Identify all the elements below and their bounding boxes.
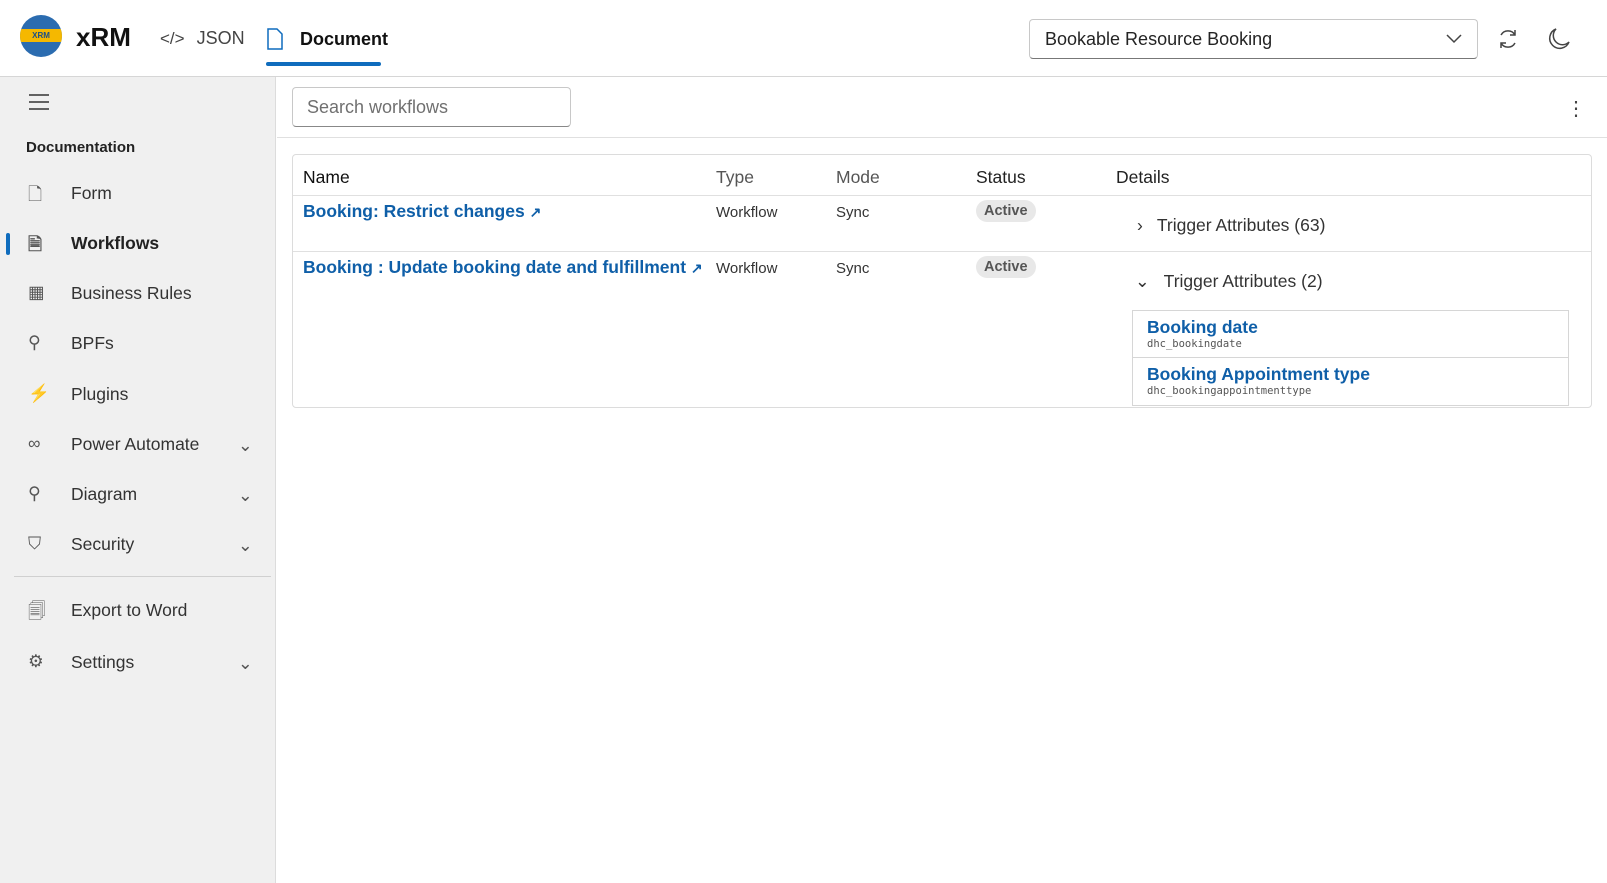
brand-name: xRM bbox=[76, 22, 131, 52]
tab-json[interactable]: </> JSON bbox=[160, 28, 245, 49]
mode-cell: Sync bbox=[836, 260, 870, 277]
search-workflows-input[interactable] bbox=[292, 87, 571, 127]
chevron-down-icon bbox=[1446, 34, 1462, 44]
attribute-item: Booking date dhc_bookingdate bbox=[1133, 311, 1568, 358]
sidebar-item-workflows[interactable]: 🗎 Workflows bbox=[0, 223, 276, 263]
sidebar-item-power-automate[interactable]: ∞ Power Automate ⌄ bbox=[0, 424, 276, 464]
more-options-icon[interactable]: ⋮ bbox=[1566, 96, 1586, 121]
chevron-down-icon: ⌄ bbox=[238, 653, 253, 673]
sidebar-item-form[interactable]: 🗋 Form bbox=[0, 173, 276, 213]
tab-document[interactable]: Document bbox=[266, 28, 388, 50]
chevron-down-icon: ⌄ bbox=[1135, 271, 1150, 291]
sidebar-divider bbox=[14, 576, 271, 577]
workflows-table: Name Type Mode Status Details Booking: R… bbox=[292, 154, 1592, 408]
shield-icon: ⛉ bbox=[28, 533, 42, 553]
attribute-logical-name: dhc_bookingdate bbox=[1147, 338, 1242, 350]
row-divider bbox=[293, 251, 1591, 252]
attribute-logical-name: dhc_bookingappointmenttype bbox=[1147, 385, 1312, 397]
trigger-attributes-toggle[interactable]: ⌄ Trigger Attributes (2) bbox=[1135, 271, 1323, 292]
sidebar-item-bpfs[interactable]: ⚲ BPFs bbox=[0, 323, 276, 363]
attribute-item: Booking Appointment type dhc_bookingappoi… bbox=[1133, 358, 1568, 405]
code-icon: </> bbox=[160, 28, 185, 48]
flow-icon: ∞ bbox=[28, 433, 41, 453]
sidebar-item-security[interactable]: ⛉ Security ⌄ bbox=[0, 524, 276, 564]
chevron-right-icon: › bbox=[1137, 215, 1143, 235]
trigger-attributes-list: Booking date dhc_bookingdate Booking Appo… bbox=[1132, 310, 1569, 406]
dark-mode-icon[interactable] bbox=[1546, 26, 1572, 52]
status-badge: Active bbox=[976, 200, 1036, 222]
chevron-down-icon: ⌄ bbox=[238, 435, 253, 455]
toolbar-divider bbox=[277, 137, 1607, 138]
sidebar-item-diagram[interactable]: ⚲ Diagram ⌄ bbox=[0, 474, 276, 514]
sidebar: Documentation 🗋 Form 🗎 Workflows ▦ Business… bbox=[0, 77, 276, 883]
chevron-down-icon: ⌄ bbox=[238, 535, 253, 555]
status-badge: Active bbox=[976, 256, 1036, 278]
document-icon: 🗋 bbox=[28, 184, 43, 204]
diagram-icon: ⚲ bbox=[28, 483, 41, 503]
type-cell: Workflow bbox=[716, 260, 778, 277]
workflow-link[interactable]: Booking : Update booking date and fulfil… bbox=[303, 257, 703, 278]
external-link-icon: ↗ bbox=[529, 204, 542, 220]
attribute-link[interactable]: Booking Appointment type bbox=[1147, 364, 1554, 385]
column-header-mode[interactable]: Mode bbox=[836, 167, 880, 188]
chevron-down-icon: ⌄ bbox=[238, 485, 253, 505]
plug-icon: ⚡ bbox=[28, 383, 50, 403]
entity-select[interactable]: Bookable Resource Booking bbox=[1029, 19, 1478, 59]
export-document-icon: 🗐 bbox=[28, 601, 46, 621]
hamburger-menu-icon[interactable] bbox=[28, 93, 50, 111]
mode-cell: Sync bbox=[836, 204, 870, 221]
attribute-link[interactable]: Booking date bbox=[1147, 317, 1554, 338]
sidebar-item-plugins[interactable]: ⚡ Plugins bbox=[0, 374, 276, 414]
active-tab-indicator bbox=[266, 62, 381, 66]
type-cell: Workflow bbox=[716, 204, 778, 221]
document-icon bbox=[267, 28, 283, 50]
xrm-logo: XRM bbox=[20, 15, 62, 57]
workflow-link[interactable]: Booking: Restrict changes ↗ bbox=[303, 201, 541, 222]
column-header-type[interactable]: Type bbox=[716, 167, 754, 188]
column-header-status[interactable]: Status bbox=[976, 167, 1026, 188]
sidebar-item-export-to-word[interactable]: 🗐 Export to Word bbox=[0, 590, 276, 630]
app-header: XRM xRM </> JSON Document Bookable Resour… bbox=[0, 0, 1607, 77]
sidebar-item-settings[interactable]: ⚙ Settings ⌄ bbox=[0, 642, 276, 682]
sidebar-item-business-rules[interactable]: ▦ Business Rules bbox=[0, 273, 276, 313]
branch-icon: ⚲ bbox=[28, 332, 41, 352]
external-link-icon: ↗ bbox=[690, 260, 703, 276]
table-icon: ▦ bbox=[28, 282, 45, 302]
row-divider bbox=[293, 195, 1591, 196]
workflow-document-icon: 🗎 bbox=[28, 234, 43, 254]
refresh-icon[interactable] bbox=[1495, 26, 1521, 52]
column-header-details[interactable]: Details bbox=[1116, 167, 1170, 188]
trigger-attributes-toggle[interactable]: › Trigger Attributes (63) bbox=[1137, 215, 1325, 236]
column-header-name[interactable]: Name bbox=[303, 167, 350, 188]
sidebar-section-title: Documentation bbox=[26, 139, 136, 156]
gear-icon: ⚙ bbox=[28, 651, 44, 671]
